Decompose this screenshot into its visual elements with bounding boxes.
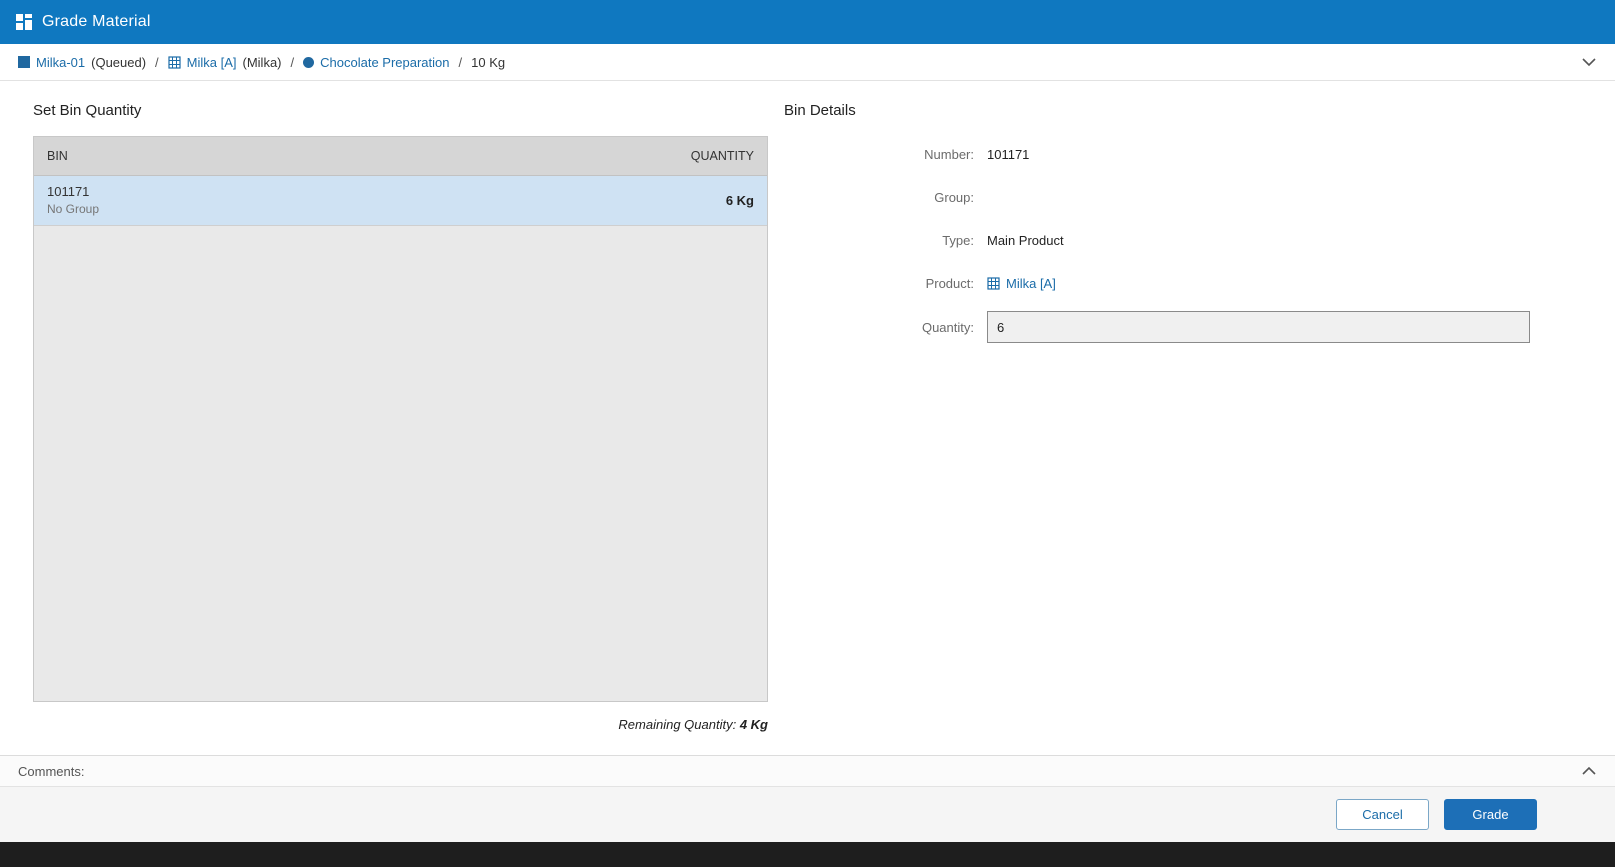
- breadcrumb-item-operation[interactable]: Chocolate Preparation: [303, 55, 450, 70]
- app-title-bar: Grade Material: [0, 0, 1615, 44]
- bin-details-panel: Bin Details Number: 101171 Group: Type: …: [784, 102, 1580, 356]
- number-label: Number:: [924, 146, 974, 162]
- product-grid-icon: [168, 55, 181, 69]
- breadcrumb-item-quantity: 10 Kg: [471, 55, 505, 70]
- breadcrumb-container-status: (Queued): [91, 54, 147, 70]
- comments-section[interactable]: Comments:: [0, 755, 1615, 786]
- type-label: Type:: [942, 232, 974, 248]
- product-grid-icon: [987, 276, 1000, 290]
- bin-number: 101171: [47, 184, 90, 199]
- quantity-label: Quantity:: [921, 319, 974, 335]
- field-number: Number: 101171: [784, 139, 1580, 169]
- remaining-quantity-label: Remaining Quantity:: [618, 717, 737, 732]
- quantity-column-header: QUANTITY: [690, 149, 754, 163]
- set-bin-quantity-title: Set Bin Quantity: [33, 102, 142, 119]
- comments-expand-chevron[interactable]: [1581, 766, 1597, 776]
- breadcrumb-separator: /: [155, 54, 159, 70]
- cancel-button[interactable]: Cancel: [1336, 799, 1429, 830]
- quantity-input[interactable]: [987, 311, 1530, 343]
- type-value: Main Product: [987, 232, 1064, 248]
- bin-table-header: BIN QUANTITY: [34, 137, 767, 176]
- remaining-quantity-value: 4 Kg: [739, 717, 768, 732]
- bin-column-header: BIN: [47, 149, 68, 163]
- breadcrumb-separator: /: [458, 54, 463, 70]
- breadcrumb-product-link[interactable]: Milka [A]: [187, 55, 237, 70]
- operation-icon: [303, 56, 315, 68]
- comments-label: Comments:: [18, 763, 85, 779]
- breadcrumb: Milka-01 (Queued) / Milka [A] (Milka) / …: [0, 44, 1615, 81]
- product-link-text: Milka [A]: [1006, 275, 1056, 291]
- group-label: Group:: [934, 189, 974, 205]
- remaining-quantity: Remaining Quantity: 4 Kg: [33, 717, 768, 732]
- field-product: Product: Milka [A]: [784, 268, 1580, 298]
- grade-material-app-icon: [16, 14, 32, 30]
- action-footer: Cancel Grade: [0, 786, 1615, 842]
- breadcrumb-product-suffix: (Milka): [242, 54, 282, 70]
- breadcrumb-item-product[interactable]: Milka [A] (Milka): [168, 55, 282, 70]
- number-value: 101171: [987, 146, 1030, 162]
- breadcrumb-container-link[interactable]: Milka-01: [36, 55, 85, 70]
- container-icon: [18, 56, 30, 68]
- page-title: Grade Material: [42, 13, 151, 30]
- bin-details-title: Bin Details: [784, 102, 856, 119]
- field-type: Type: Main Product: [784, 225, 1580, 255]
- screen-bottom-edge: [0, 842, 1615, 867]
- breadcrumb-separator: /: [290, 54, 295, 70]
- product-link[interactable]: Milka [A]: [987, 276, 1056, 291]
- set-bin-quantity-panel: Set Bin Quantity BIN QUANTITY 101171 No …: [33, 102, 768, 732]
- field-quantity: Quantity:: [784, 311, 1580, 343]
- breadcrumb-collapse-chevron[interactable]: [1581, 57, 1597, 67]
- product-label: Product:: [925, 275, 974, 291]
- breadcrumb-operation-link[interactable]: Chocolate Preparation: [320, 55, 449, 70]
- breadcrumb-item-container[interactable]: Milka-01 (Queued): [18, 55, 146, 70]
- field-group: Group:: [784, 182, 1580, 212]
- bin-row-selected[interactable]: 101171 No Group 6 Kg: [34, 176, 767, 226]
- main-content: Set Bin Quantity BIN QUANTITY 101171 No …: [0, 81, 1615, 755]
- bin-quantity: 6 Kg: [725, 192, 754, 208]
- breadcrumb-quantity-text: 10 Kg: [471, 54, 506, 70]
- grade-button[interactable]: Grade: [1444, 799, 1537, 830]
- bin-group: No Group: [47, 202, 100, 217]
- bin-table: BIN QUANTITY 101171 No Group 6 Kg: [33, 136, 768, 702]
